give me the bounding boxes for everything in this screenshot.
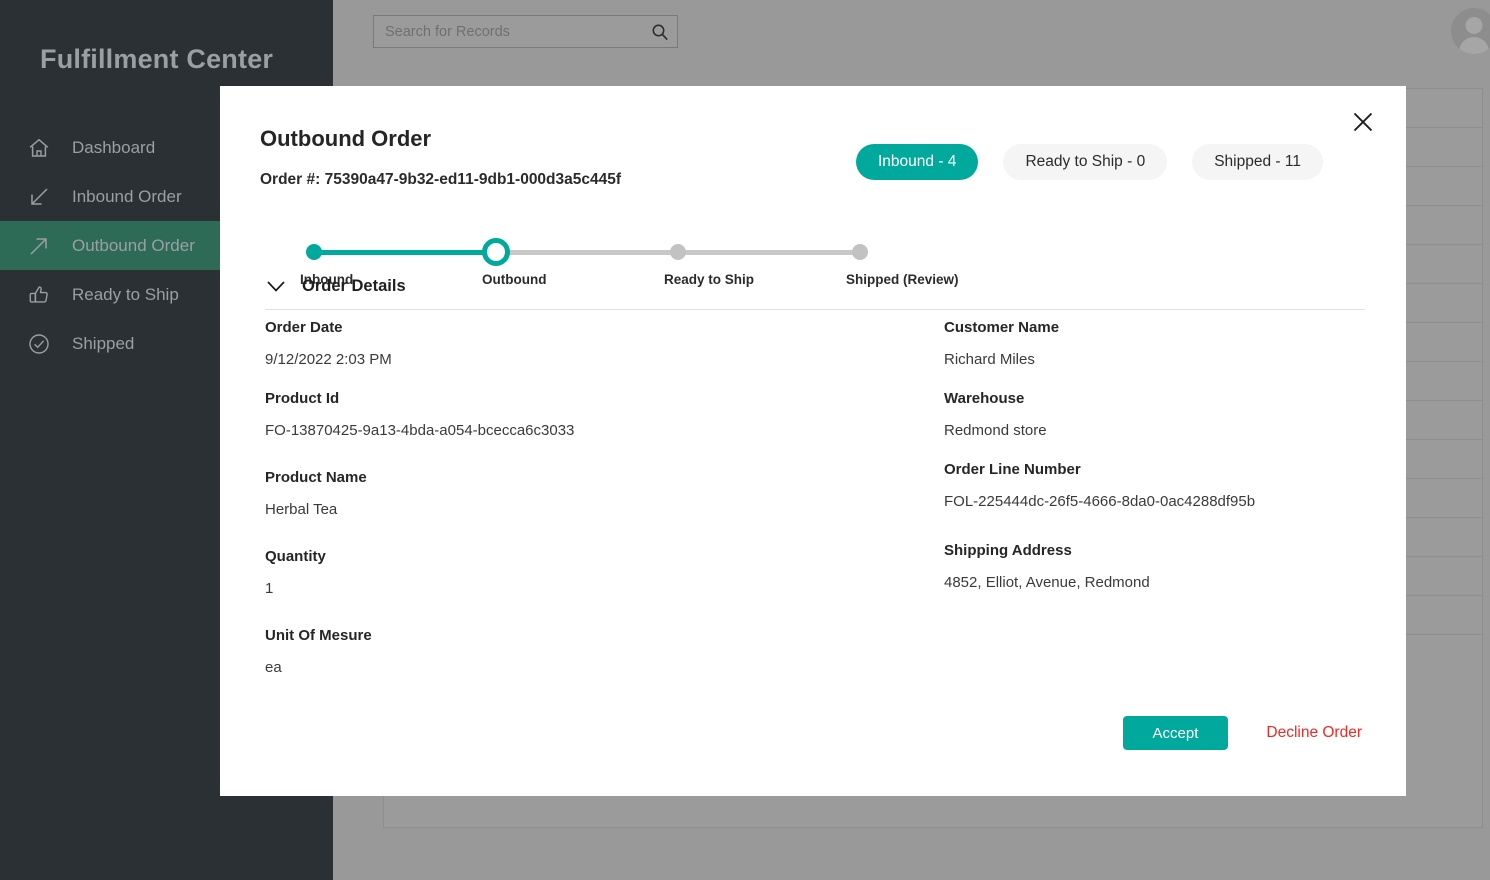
field-value: Herbal Tea bbox=[265, 500, 338, 518]
field-quantity: Quantity 1 bbox=[265, 547, 865, 598]
stepper-label: Shipped (Review) bbox=[846, 272, 959, 287]
sidebar-item-label: Outbound Order bbox=[72, 235, 195, 255]
thumbs-up-icon bbox=[26, 282, 52, 308]
field-value: FO-13870425-9a13-4bda-a054-bcecca6c3033 bbox=[265, 421, 575, 439]
field-warehouse: Warehouse Redmond store bbox=[944, 389, 1384, 440]
field-label: Product Id bbox=[265, 390, 340, 407]
stepper-node-inbound[interactable] bbox=[306, 244, 322, 260]
stepper-track-completed bbox=[314, 250, 496, 255]
stepper-node-outbound[interactable] bbox=[482, 238, 510, 266]
search-icon[interactable] bbox=[651, 23, 669, 41]
order-details-label: Order Details bbox=[302, 277, 406, 295]
field-product-id: Product Id FO-13870425-9a13-4bda-a054-bce… bbox=[265, 389, 865, 440]
field-label: Quantity bbox=[265, 548, 326, 565]
field-value: 9/12/2022 2:03 PM bbox=[265, 350, 392, 368]
field-label: Order Date bbox=[265, 319, 343, 336]
field-label: Unit Of Mesure bbox=[265, 627, 372, 644]
avatar-body bbox=[1459, 37, 1489, 54]
field-product-name: Product Name Herbal Tea bbox=[265, 468, 865, 519]
tab-ready-to-ship-0[interactable]: Ready to Ship - 0 bbox=[1003, 144, 1168, 180]
stepper-label: Ready to Ship bbox=[664, 272, 755, 287]
field-label: Shipping Address bbox=[944, 542, 1072, 559]
field-value: Richard Miles bbox=[944, 350, 1035, 368]
order-number: Order #: 75390a47-9b32-ed11-9db1-000d3a5… bbox=[260, 171, 622, 188]
field-unit-of-mesure: Unit Of Mesure ea bbox=[265, 626, 865, 677]
sidebar-item-label: Inbound Order bbox=[72, 186, 182, 206]
field-label: Customer Name bbox=[944, 319, 1060, 336]
order-fields-right-column: Customer Name Richard Miles Warehouse Redm… bbox=[944, 318, 1384, 612]
arrow-down-left-icon bbox=[26, 184, 52, 210]
chevron-down-icon bbox=[266, 280, 286, 293]
field-label: Order Line Number bbox=[944, 461, 1081, 478]
arrow-up-right-icon bbox=[26, 233, 52, 259]
field-shipping-address: Shipping Address 4852, Elliot, Avenue, Re… bbox=[944, 541, 1384, 592]
modal-actions: Accept Decline Order bbox=[1122, 716, 1362, 750]
app-root: Fulfillment Center Dashboard Inbound Orde… bbox=[0, 0, 1490, 880]
field-order-line-number: Order Line Number FOL-225444dc-26f5-4666-… bbox=[944, 460, 1384, 511]
section-divider bbox=[265, 309, 1365, 310]
user-avatar-icon[interactable] bbox=[1451, 8, 1490, 54]
tab-shipped-11[interactable]: Shipped - 11 bbox=[1192, 144, 1323, 180]
field-value: FOL-225444dc-26f5-4666-8da0-0ac4288df95b bbox=[944, 492, 1256, 510]
sidebar-item-label: Ready to Ship bbox=[72, 284, 179, 304]
tab-inbound-4[interactable]: Inbound - 4 bbox=[856, 144, 979, 180]
order-details-toggle[interactable]: Order Details bbox=[266, 277, 406, 296]
field-value: ea bbox=[265, 658, 282, 676]
field-label: Warehouse bbox=[944, 390, 1025, 407]
avatar-head bbox=[1465, 17, 1483, 34]
search-placeholder: Search for Records bbox=[385, 23, 510, 40]
order-fields-left-column: Order Date 9/12/2022 2:03 PM Product Id FO… bbox=[265, 318, 865, 697]
app-title: Fulfillment Center bbox=[40, 44, 274, 74]
field-value: 4852, Elliot, Avenue, Redmond bbox=[944, 573, 1150, 591]
status-tabs: Inbound - 4 Ready to Ship - 0 Shipped - 11 bbox=[856, 144, 1323, 180]
stepper-node-ready-to-ship[interactable] bbox=[670, 244, 686, 260]
field-label: Product Name bbox=[265, 469, 367, 486]
sidebar-item-label: Shipped bbox=[72, 333, 135, 353]
close-icon[interactable] bbox=[1348, 107, 1378, 137]
home-icon bbox=[26, 135, 52, 161]
field-customer-name: Customer Name Richard Miles bbox=[944, 318, 1384, 369]
decline-order-button[interactable]: Decline Order bbox=[1266, 724, 1362, 742]
outbound-order-modal: Outbound Order Order #: 75390a47-9b32-ed… bbox=[220, 86, 1406, 796]
stepper-node-shipped-review[interactable] bbox=[852, 244, 868, 260]
order-progress-stepper: Inbound Outbound Ready to Ship Shipped (Rev… bbox=[260, 216, 1070, 287]
sidebar-item-label: Dashboard bbox=[72, 137, 156, 157]
search-input[interactable]: Search for Records bbox=[373, 15, 678, 48]
field-order-date: Order Date 9/12/2022 2:03 PM bbox=[265, 318, 865, 369]
field-value: Redmond store bbox=[944, 421, 1047, 439]
check-circle-icon bbox=[26, 331, 52, 357]
stepper-label: Outbound bbox=[482, 272, 547, 287]
accept-button[interactable]: Accept bbox=[1122, 716, 1229, 750]
modal-title: Outbound Order bbox=[260, 126, 432, 151]
field-value: 1 bbox=[265, 579, 274, 597]
top-bar: Search for Records bbox=[333, 0, 1490, 65]
